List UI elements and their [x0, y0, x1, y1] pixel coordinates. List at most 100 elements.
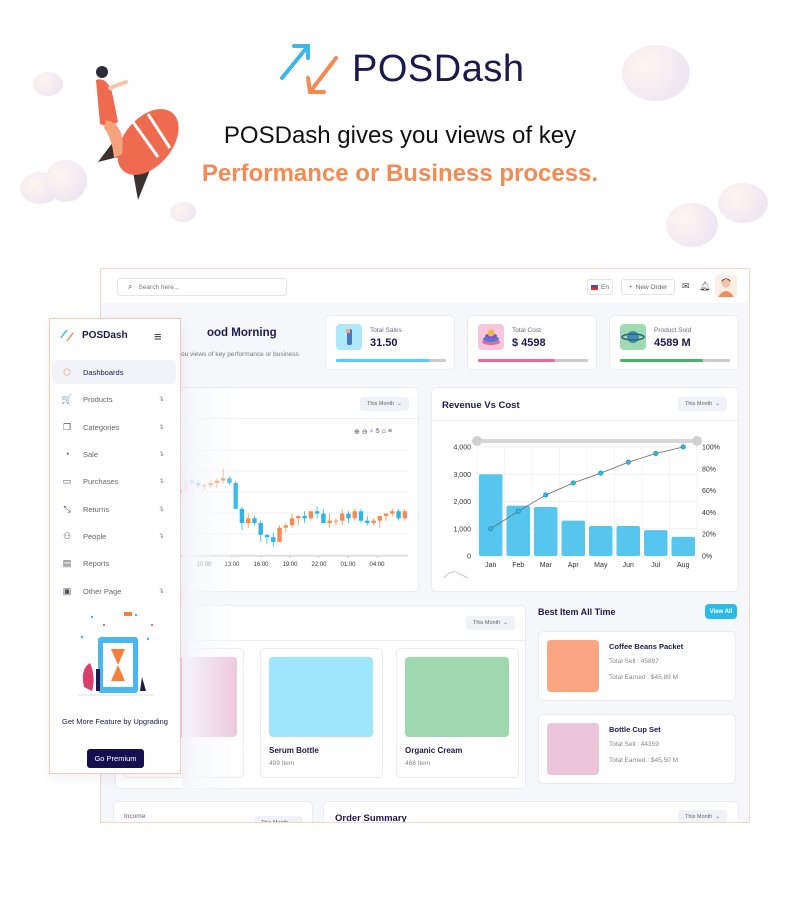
stat-progress-fill: [620, 359, 703, 362]
stat-progress-fill: [478, 359, 555, 362]
cumulative-point: [570, 480, 576, 486]
product-card[interactable]: Serum Bottle 489 Item: [260, 648, 383, 778]
x-tick-label: 01:00: [340, 562, 356, 568]
candle-body: [296, 515, 301, 519]
product-image: [405, 657, 509, 737]
view-all-button[interactable]: View All: [705, 604, 737, 619]
revenue-bar: [479, 474, 503, 556]
stat-label: Product Sold: [654, 327, 692, 334]
revenue-bar: [589, 526, 613, 556]
products-period-dropdown[interactable]: This Month ⌄: [466, 616, 515, 630]
submenu-arrow-icon: ↴: [158, 478, 164, 485]
dropdown-label: This Month: [685, 401, 713, 407]
new-order-button[interactable]: + New Order: [621, 279, 675, 295]
cloud-decoration: [666, 203, 718, 247]
product-count: 489 Item: [269, 760, 295, 767]
mail-icon[interactable]: ✉: [682, 281, 690, 292]
sidebar-item-products[interactable]: 🛒 Products ↴: [52, 387, 176, 411]
best-item-card[interactable]: Bottle Cup Set Total Sell : 44359 Total …: [538, 714, 736, 784]
range-slider-handle: [472, 436, 482, 446]
revenue-bar: [616, 526, 640, 556]
best-item-card[interactable]: Coffee Beans Packet Total Sell : 45897 T…: [538, 631, 736, 701]
sidebar-item-people[interactable]: ⚇ People ↴: [52, 524, 176, 548]
premium-promo-text: Get More Feature by Upgrading: [62, 717, 168, 726]
best-item-name: Bottle Cup Set: [609, 725, 661, 734]
y2-tick-label: 80%: [702, 466, 716, 473]
submenu-arrow-icon: ↴: [158, 396, 164, 403]
order-summary-card: Order Summary This Month ⌄: [323, 801, 739, 823]
plus-icon: +: [628, 283, 633, 291]
product-image: [269, 657, 373, 737]
candle-body: [365, 520, 370, 524]
home-icon[interactable]: ⌂: [382, 428, 386, 436]
minimize-icon: ⤡: [63, 503, 71, 514]
revenue-period-dropdown[interactable]: This Month ⌄: [678, 397, 727, 411]
sidebar-item-sale[interactable]: ◔ Sale ↴: [52, 442, 176, 466]
order-period-dropdown[interactable]: This Month ⌄: [678, 810, 727, 822]
avatar[interactable]: [715, 275, 737, 297]
candle-body: [390, 511, 395, 514]
y-tick-label: 2,000: [453, 499, 471, 506]
mini-navigator: [443, 571, 469, 579]
cloud-decoration: [622, 45, 690, 101]
x-tick-label: 19:00: [282, 562, 298, 568]
stat-value: 31.50: [370, 337, 398, 349]
go-premium-button[interactable]: Go Premium: [87, 749, 144, 768]
sidebar-item-returns[interactable]: ⤡ Returns ↴: [52, 497, 176, 521]
sidebar-item-other-page[interactable]: ▣ Other Page ↴: [52, 579, 176, 603]
best-item-image: [547, 723, 599, 775]
product-sold-icon: [620, 324, 646, 350]
candle-body: [327, 520, 332, 524]
y-tick-label: 1,000: [453, 526, 471, 533]
revenue-bar: [671, 536, 695, 556]
y2-tick-label: 60%: [702, 488, 716, 495]
hamburger-menu-icon[interactable]: ≡: [154, 330, 162, 343]
rocket-illustration: [96, 66, 179, 200]
zoom-in-icon[interactable]: ⊕: [354, 428, 360, 436]
bell-icon[interactable]: 🔔︎: [699, 281, 710, 292]
best-item-total-sell: Total Sell : 44359: [609, 741, 659, 748]
candle-body: [258, 523, 263, 535]
candle-body: [340, 513, 345, 521]
revenue-bar: [644, 530, 668, 556]
x-tick-label: May: [594, 562, 608, 569]
sidebar-item-purchases[interactable]: ▭ Purchases ↴: [52, 469, 176, 493]
pan-icon[interactable]: ✋︎: [376, 428, 380, 436]
candle-body: [396, 511, 401, 519]
cloud-decoration: [718, 183, 768, 223]
stat-value: 4589 M: [654, 337, 691, 349]
hero-logo: POSDash: [278, 40, 524, 98]
search-input[interactable]: ⌕ Search here...: [117, 278, 287, 296]
candle-period-dropdown[interactable]: This Month ⌄: [360, 397, 409, 411]
stat-label: Total Sales: [370, 327, 402, 334]
search-icon[interactable]: ⌕: [370, 428, 374, 436]
sidebar-logo[interactable]: POSDash: [60, 329, 128, 342]
total-cost-icon: [478, 324, 504, 350]
sidebar-item-reports[interactable]: ▤ Reports: [52, 551, 176, 575]
order-summary-title: Order Summary: [335, 813, 407, 823]
sidebar-item-categories[interactable]: ❐ Categories ↴: [52, 415, 176, 439]
menu-icon[interactable]: ≡: [388, 428, 392, 436]
product-name: Organic Cream: [405, 746, 463, 755]
x-tick-label: Apr: [568, 562, 580, 569]
total-sales-icon: [336, 324, 362, 350]
cloud-decoration: [170, 202, 196, 222]
best-item-total-earned: Total Earned : $45,50 M: [609, 757, 679, 764]
sidebar-item-dashboards[interactable]: ⬡ Dashboards: [52, 360, 176, 384]
cumulative-point: [680, 444, 686, 450]
product-card[interactable]: Organic Cream 468 Item: [396, 648, 519, 778]
y-tick-label: 4,000: [453, 445, 471, 452]
best-item-name: Coffee Beans Packet: [609, 642, 684, 651]
hero-brand: POSDash: [352, 47, 525, 90]
sidebar-item-label: People: [83, 531, 107, 541]
y2-tick-label: 40%: [702, 510, 716, 517]
y2-tick-label: 0%: [702, 554, 712, 561]
chevron-down-icon: ⌄: [397, 401, 402, 407]
top-bar: ⌕ Search here... En + New Order ✉ 🔔︎: [101, 269, 749, 303]
income-period-dropdown[interactable]: This Month ⌄: [254, 816, 303, 822]
zoom-out-icon[interactable]: ⊖: [362, 428, 368, 436]
language-selector[interactable]: En: [587, 279, 613, 295]
overlay-fade: [182, 605, 242, 789]
chevron-down-icon: ⌄: [715, 814, 720, 820]
candle-body: [271, 537, 276, 542]
